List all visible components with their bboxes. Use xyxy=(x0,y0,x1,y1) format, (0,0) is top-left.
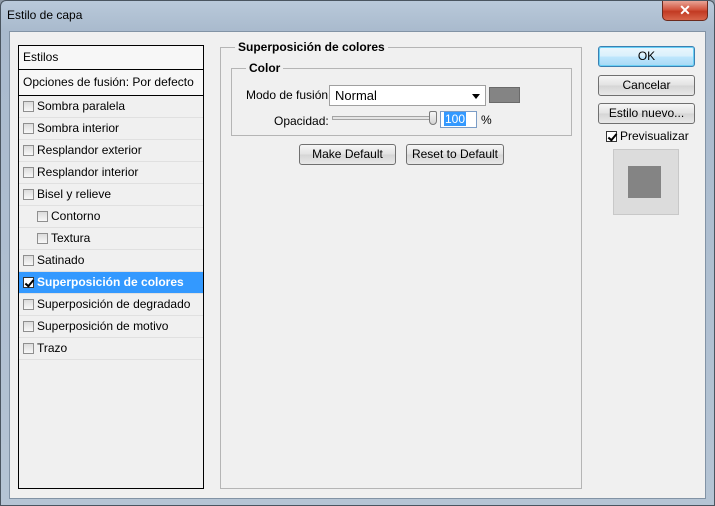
preview-swatch xyxy=(628,166,661,198)
chevron-down-icon xyxy=(472,94,480,99)
styles-header[interactable]: Estilos xyxy=(19,46,203,70)
style-item-label: Sombra interior xyxy=(37,121,120,135)
style-item-label: Bisel y relieve xyxy=(37,187,112,201)
style-item[interactable]: Trazo xyxy=(19,338,203,360)
style-checkbox[interactable] xyxy=(23,123,34,134)
close-icon: ✕ xyxy=(679,2,691,18)
blending-options-item[interactable]: Opciones de fusión: Por defecto xyxy=(19,70,203,96)
window-title: Estilo de capa xyxy=(7,8,83,22)
opacity-slider-thumb[interactable] xyxy=(429,111,437,125)
style-item-label: Resplandor exterior xyxy=(37,143,142,157)
style-checkbox[interactable] xyxy=(37,233,48,244)
style-item[interactable]: Resplandor exterior xyxy=(19,140,203,162)
preview-checkbox-box[interactable] xyxy=(606,130,617,142)
style-item[interactable]: Sombra paralela xyxy=(19,96,203,118)
style-item[interactable]: Contorno xyxy=(19,206,203,228)
preview-checkbox[interactable]: Previsualizar xyxy=(606,129,689,143)
style-item-label: Trazo xyxy=(37,341,68,355)
style-checkbox[interactable] xyxy=(23,189,34,200)
style-item-label: Resplandor interior xyxy=(37,165,139,179)
style-checkbox[interactable] xyxy=(37,211,48,222)
color-swatch[interactable] xyxy=(489,87,520,103)
style-checkbox[interactable] xyxy=(23,277,34,288)
style-checkbox[interactable] xyxy=(23,321,34,332)
title-bar[interactable]: Estilo de capa ✕ xyxy=(1,1,714,31)
style-checkbox[interactable] xyxy=(23,299,34,310)
reset-to-default-button[interactable]: Reset to Default xyxy=(406,144,504,165)
blend-mode-select[interactable]: Normal xyxy=(329,85,486,106)
blend-mode-value: Normal xyxy=(335,88,377,103)
opacity-label: Opacidad: xyxy=(274,114,329,128)
style-item-label: Superposición de motivo xyxy=(37,319,169,333)
style-item[interactable]: Resplandor interior xyxy=(19,162,203,184)
close-button[interactable]: ✕ xyxy=(662,1,708,21)
new-style-button[interactable]: Estilo nuevo... xyxy=(598,103,695,124)
layer-style-dialog: Estilo de capa ✕ Estilos Opciones de fus… xyxy=(0,0,715,506)
styles-list: Estilos Opciones de fusión: Por defecto … xyxy=(18,45,204,489)
color-overlay-group: Superposición de colores Color Modo de f… xyxy=(220,40,582,489)
style-item[interactable]: Superposición de colores xyxy=(19,272,203,294)
style-item-label: Contorno xyxy=(51,209,101,223)
style-items: Sombra paralela Sombra interior Resplandor… xyxy=(19,96,203,360)
preview-label: Previsualizar xyxy=(620,129,689,143)
style-checkbox[interactable] xyxy=(23,343,34,354)
blend-mode-label: Modo de fusión: xyxy=(246,88,332,102)
style-item-label: Satinado xyxy=(37,253,85,267)
cancel-button[interactable]: Cancelar xyxy=(598,75,695,96)
make-default-button[interactable]: Make Default xyxy=(299,144,396,165)
opacity-input[interactable]: 100 xyxy=(440,111,477,128)
opacity-unit: % xyxy=(481,113,492,127)
opacity-value: 100 xyxy=(444,112,467,126)
style-item[interactable]: Sombra interior xyxy=(19,118,203,140)
color-group-title: Color xyxy=(246,61,284,75)
style-checkbox[interactable] xyxy=(23,101,34,112)
dialog-body: Estilos Opciones de fusión: Por defecto … xyxy=(9,31,706,499)
opacity-slider-track[interactable] xyxy=(332,116,433,120)
style-checkbox[interactable] xyxy=(23,255,34,266)
style-item[interactable]: Textura xyxy=(19,228,203,250)
style-item[interactable]: Bisel y relieve xyxy=(19,184,203,206)
style-checkbox[interactable] xyxy=(23,145,34,156)
style-item-label: Superposición de colores xyxy=(37,275,184,289)
style-item-label: Sombra paralela xyxy=(37,99,126,113)
ok-button[interactable]: OK xyxy=(598,46,695,67)
style-item-label: Textura xyxy=(51,231,91,245)
style-preview xyxy=(613,149,679,215)
style-item[interactable]: Satinado xyxy=(19,250,203,272)
style-item[interactable]: Superposición de degradado xyxy=(19,294,203,316)
color-group: Color Modo de fusión: Normal Opacidad: 1… xyxy=(231,61,572,136)
style-item-label: Superposición de degradado xyxy=(37,297,191,311)
section-title: Superposición de colores xyxy=(235,40,388,54)
style-checkbox[interactable] xyxy=(23,167,34,178)
style-item[interactable]: Superposición de motivo xyxy=(19,316,203,338)
